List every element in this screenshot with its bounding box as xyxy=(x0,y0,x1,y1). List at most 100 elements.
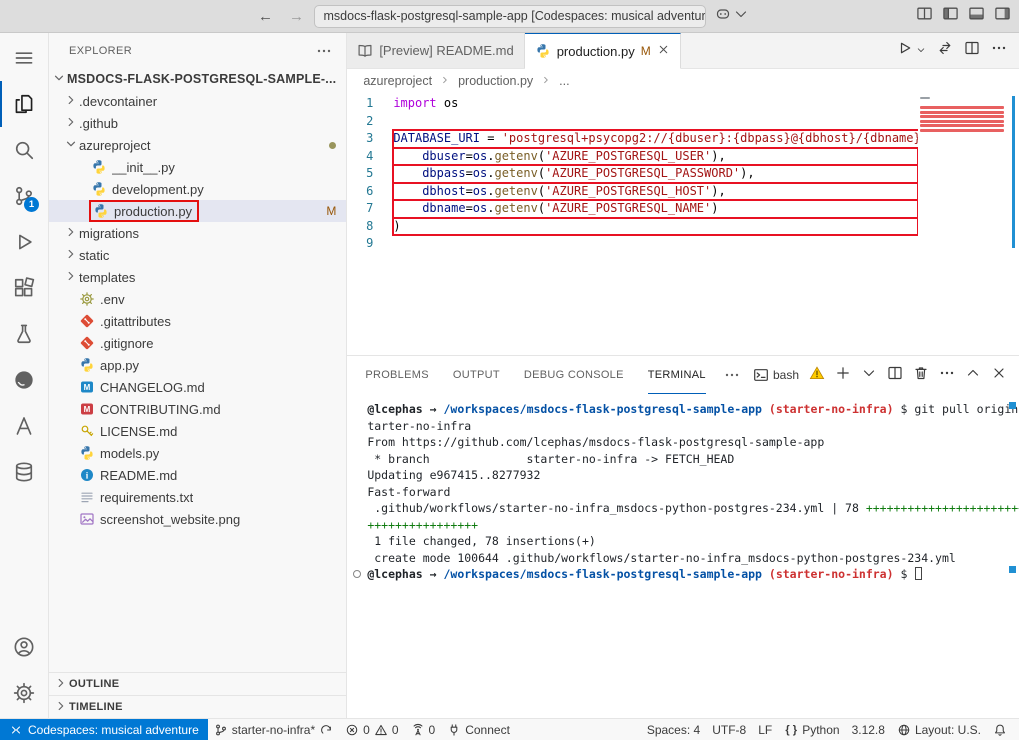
activity-item-source-control[interactable]: 1 xyxy=(0,173,48,219)
activity-item-github[interactable] xyxy=(0,357,48,403)
editor-tab-preview-readme.md[interactable]: [Preview] README.md xyxy=(347,33,524,68)
tree-item-contributing.md[interactable]: MCONTRIBUTING.md xyxy=(49,398,346,420)
panel-tab-problems[interactable]: PROBLEMS xyxy=(365,356,429,394)
code-line-2: 2 xyxy=(347,113,918,131)
status-keyboard-layout[interactable]: Layout: U.S. xyxy=(891,719,987,740)
compare-button[interactable] xyxy=(937,40,953,61)
terminal[interactable]: @lcephas → /workspaces/msdocs-flask-post… xyxy=(347,394,1019,718)
warning-button[interactable] xyxy=(809,365,825,386)
history-forward-icon[interactable]: → xyxy=(289,8,304,25)
minimap-line xyxy=(920,120,1004,123)
dropdown-icon[interactable] xyxy=(733,6,749,27)
tree-item-azureproject[interactable]: azureproject xyxy=(49,134,346,156)
activity-item-settings[interactable] xyxy=(0,670,48,716)
activity-item-run-debug[interactable] xyxy=(0,219,48,265)
tree-item-.devcontainer[interactable]: .devcontainer xyxy=(49,90,346,112)
panel-tabs-more-icon[interactable] xyxy=(724,367,740,383)
minimap[interactable] xyxy=(918,93,1006,355)
terminal-instance-label[interactable]: bash xyxy=(753,367,799,383)
panel-tab-output[interactable]: OUTPUT xyxy=(453,356,500,394)
close-button[interactable] xyxy=(991,365,1007,386)
editor-tab-production.py[interactable]: production.pyM xyxy=(525,33,681,69)
panel-tab-debug-console[interactable]: DEBUG CONSOLE xyxy=(524,356,624,394)
tree-item-msdocs-flask-postgresql-sample-...[interactable]: MSDOCS-FLASK-POSTGRESQL-SAMPLE-... xyxy=(49,68,346,90)
status-problems[interactable]: 00 xyxy=(339,719,404,740)
layout-columns-button[interactable] xyxy=(916,5,933,27)
tree-item-label: __init__.py xyxy=(112,160,175,175)
toggle-secondary-sidebar-button[interactable] xyxy=(994,5,1011,27)
toggle-panel-button[interactable] xyxy=(968,5,985,27)
trash-button[interactable] xyxy=(913,365,929,386)
tree-item-requirements.txt[interactable]: requirements.txt xyxy=(49,486,346,508)
account-icon xyxy=(13,636,35,658)
activity-item-explorer[interactable] xyxy=(0,81,48,127)
status-language[interactable]: { }Python xyxy=(778,719,845,740)
tree-item-models.py[interactable]: models.py xyxy=(49,442,346,464)
breadcrumb-item[interactable]: ... xyxy=(559,74,569,88)
tree-item-init-.py[interactable]: __init__.py xyxy=(49,156,346,178)
tree-item-.github[interactable]: .github xyxy=(49,112,346,134)
command-center[interactable]: msdocs-flask-postgresql-sample-app [Code… xyxy=(314,5,706,28)
tree-item-.gitignore[interactable]: .gitignore xyxy=(49,332,346,354)
status-keyboard-layout-label: Layout: U.S. xyxy=(915,723,981,737)
activity-item-search[interactable] xyxy=(0,127,48,173)
file-tree: MSDOCS-FLASK-POSTGRESQL-SAMPLE-....devco… xyxy=(49,68,346,672)
split-editor-button[interactable] xyxy=(887,365,903,386)
command-decoration[interactable] xyxy=(353,570,361,578)
dropdown-button[interactable] xyxy=(923,42,926,60)
status-eol[interactable]: LF xyxy=(752,719,778,740)
activity-item-azure[interactable] xyxy=(0,403,48,449)
tree-item-screenshot-website.png[interactable]: screenshot_website.png xyxy=(49,508,346,530)
run-python-button[interactable] xyxy=(896,40,912,61)
status-notifications[interactable] xyxy=(987,719,1013,740)
tree-item-migrations[interactable]: migrations xyxy=(49,222,346,244)
activity-item-testing[interactable] xyxy=(0,311,48,357)
panel-tab-terminal[interactable]: TERMINAL xyxy=(648,356,706,394)
status-problems-label2: 0 xyxy=(392,723,399,737)
tree-item-.env[interactable]: .env xyxy=(49,288,346,310)
minimap-line xyxy=(920,133,1004,135)
activity-item-extensions[interactable] xyxy=(0,265,48,311)
chevron-up-button[interactable] xyxy=(965,365,981,386)
status-ports[interactable]: 0 xyxy=(405,719,442,740)
more-actions-icon xyxy=(939,365,955,381)
copilot-icon[interactable] xyxy=(715,6,731,27)
breadcrumb-item[interactable]: azureproject xyxy=(363,74,432,88)
tree-item-readme.md[interactable]: iREADME.md xyxy=(49,464,346,486)
tree-item-changelog.md[interactable]: MCHANGELOG.md xyxy=(49,376,346,398)
history-back-icon[interactable]: ← xyxy=(258,8,273,25)
more-actions-button[interactable] xyxy=(991,40,1007,61)
image-icon xyxy=(79,511,95,527)
more-actions-button[interactable] xyxy=(939,365,955,386)
plus-button[interactable] xyxy=(835,365,851,386)
vscode-window: ← → msdocs-flask-postgresql-sample-app [… xyxy=(0,0,1019,740)
split-editor-button[interactable] xyxy=(964,40,980,61)
status-connect[interactable]: Connect xyxy=(441,719,516,740)
code-line-3: 3DATABASE_URI = 'postgresql+psycopg2://{… xyxy=(347,130,918,148)
tree-item-app.py[interactable]: app.py xyxy=(49,354,346,376)
activity-item-account[interactable] xyxy=(0,624,48,670)
tree-item-production.py[interactable]: production.pyM xyxy=(49,200,346,222)
minimap-line xyxy=(920,106,1004,109)
tab-close-button[interactable] xyxy=(657,43,670,59)
activity-item-database[interactable] xyxy=(0,449,48,495)
section-outline[interactable]: OUTLINE xyxy=(49,672,346,695)
tree-item-static[interactable]: static xyxy=(49,244,346,266)
status-branch[interactable]: starter-no-infra* xyxy=(208,719,339,740)
tree-item-.gitattributes[interactable]: .gitattributes xyxy=(49,310,346,332)
toggle-sidebar-button[interactable] xyxy=(942,5,959,27)
tree-item-templates[interactable]: templates xyxy=(49,266,346,288)
activity-item-menu[interactable] xyxy=(0,35,48,81)
tree-item-license.md[interactable]: LICENSE.md xyxy=(49,420,346,442)
status-remote[interactable]: Codespaces: musical adventure xyxy=(0,719,208,740)
tree-item-development.py[interactable]: development.py xyxy=(49,178,346,200)
explorer-more-actions-icon[interactable] xyxy=(316,43,332,59)
section-timeline[interactable]: TIMELINE xyxy=(49,695,346,718)
status-interpreter[interactable]: 3.12.8 xyxy=(846,719,891,740)
breadcrumb-item[interactable]: production.py xyxy=(458,74,533,88)
code-editor[interactable]: 1import os23DATABASE_URI = 'postgresql+p… xyxy=(347,93,1019,355)
dropdown-button[interactable] xyxy=(861,365,877,386)
status-encoding[interactable]: UTF-8 xyxy=(706,719,752,740)
status-indentation[interactable]: Spaces: 4 xyxy=(641,719,706,740)
terminal-line: Updating e967415..8277932 xyxy=(367,467,1005,484)
